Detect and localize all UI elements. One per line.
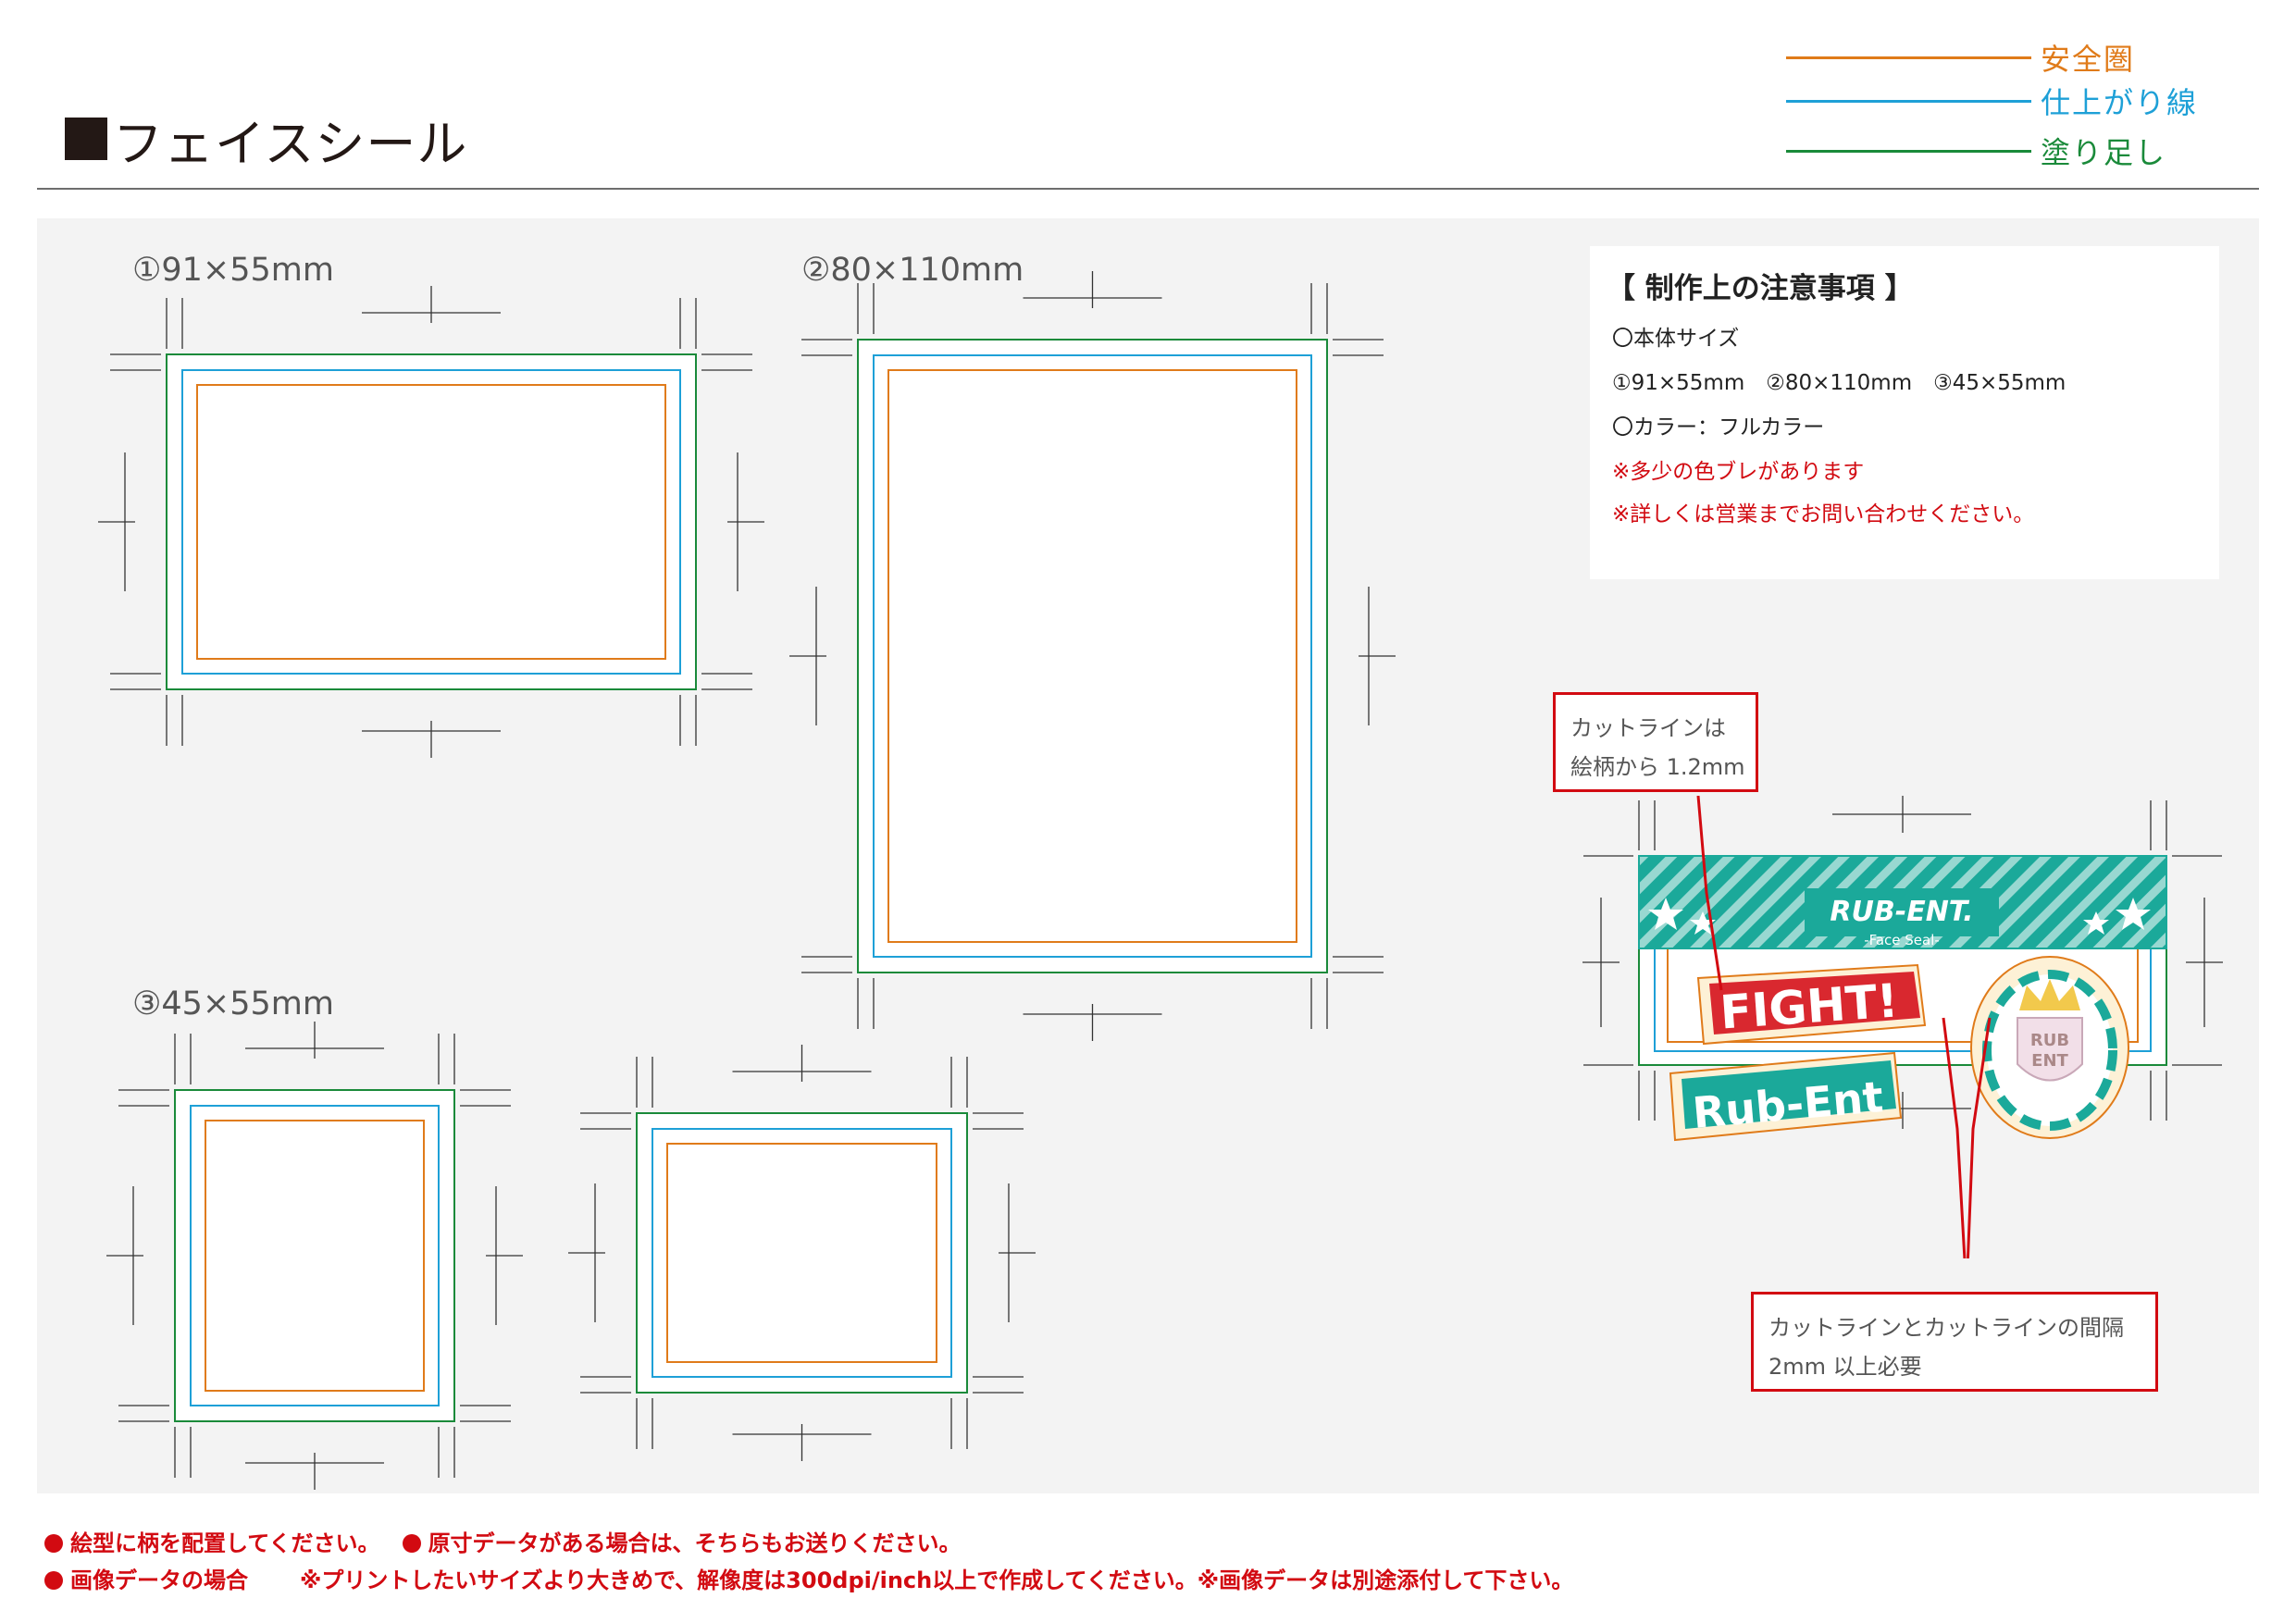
example-seal: RUB-ENT. -Face Seal- FIGHT! Rub-Ent RUB … xyxy=(1582,796,2223,1258)
footer-line-2a: 画像データの場合 xyxy=(70,1567,248,1593)
notes-title: 【 制作上の注意事項 】 xyxy=(1607,272,1914,305)
footer-line-1: 絵型に柄を配置してください。 原寸データがある場合は、そちらもお送りください。 xyxy=(44,1525,962,1557)
notes-panel: 【 制作上の注意事項 】 〇本体サイズ ①91×55mm ②80×110mm ③… xyxy=(1590,246,2219,579)
template-80x110 xyxy=(789,271,1396,1041)
notes-color: 〇カラー：フルカラー xyxy=(1612,415,1825,440)
footer-line-2: 画像データの場合 ※プリントしたいサイズより大きめで、解像度は300dpi/inc… xyxy=(44,1562,1573,1594)
callout-gap-1: カットラインとカットラインの間隔 xyxy=(1769,1315,2124,1341)
template-45x55-landscape xyxy=(568,1045,1036,1461)
footer-line-1a: 絵型に柄を配置してください。 xyxy=(70,1530,380,1556)
template-80x110-bleed xyxy=(857,339,1328,973)
bullet-icon xyxy=(44,1534,63,1553)
notes-size-heading: 〇本体サイズ xyxy=(1612,327,1740,351)
badge-text-1: RUB xyxy=(2030,1031,2069,1050)
callout-cut-line-1: カットラインは xyxy=(1570,715,1726,741)
template-45x55-portrait xyxy=(106,1022,523,1490)
footer-line-1b: 原寸データがある場合は、そちらもお送りください。 xyxy=(428,1530,962,1556)
banner-logo-sub: -Face Seal- xyxy=(1864,932,1940,948)
notes-sizes: ①91×55mm ②80×110mm ③45×55mm xyxy=(1612,371,2066,395)
footer-line-2b: ※プリントしたいサイズより大きめで、解像度は300dpi/inch以上で作成して… xyxy=(300,1567,1574,1593)
callout-cut-line: カットラインは 絵柄から 1.2mm xyxy=(1553,692,1758,792)
bullet-icon xyxy=(44,1571,63,1590)
callout-gap-2: 2mm 以上必要 xyxy=(1769,1354,1922,1380)
template-45x55-portrait-bleed xyxy=(174,1089,455,1422)
badge-text-2: ENT xyxy=(2031,1051,2068,1071)
notes-warning-2: ※詳しくは営業までお問い合わせください。 xyxy=(1612,502,2035,527)
notes-warning-1: ※多少の色ブレがあります xyxy=(1612,460,1865,484)
template-45x55-landscape-bleed xyxy=(636,1112,968,1394)
callout-cut-line-2: 絵柄から 1.2mm xyxy=(1570,754,1745,780)
banner-logo-text: RUB-ENT. xyxy=(1830,896,1973,928)
callout-gap: カットラインとカットラインの間隔 2mm 以上必要 xyxy=(1751,1292,2158,1392)
template-91x55 xyxy=(98,286,764,758)
template-91x55-bleed xyxy=(166,353,697,690)
bullet-icon xyxy=(402,1534,421,1553)
